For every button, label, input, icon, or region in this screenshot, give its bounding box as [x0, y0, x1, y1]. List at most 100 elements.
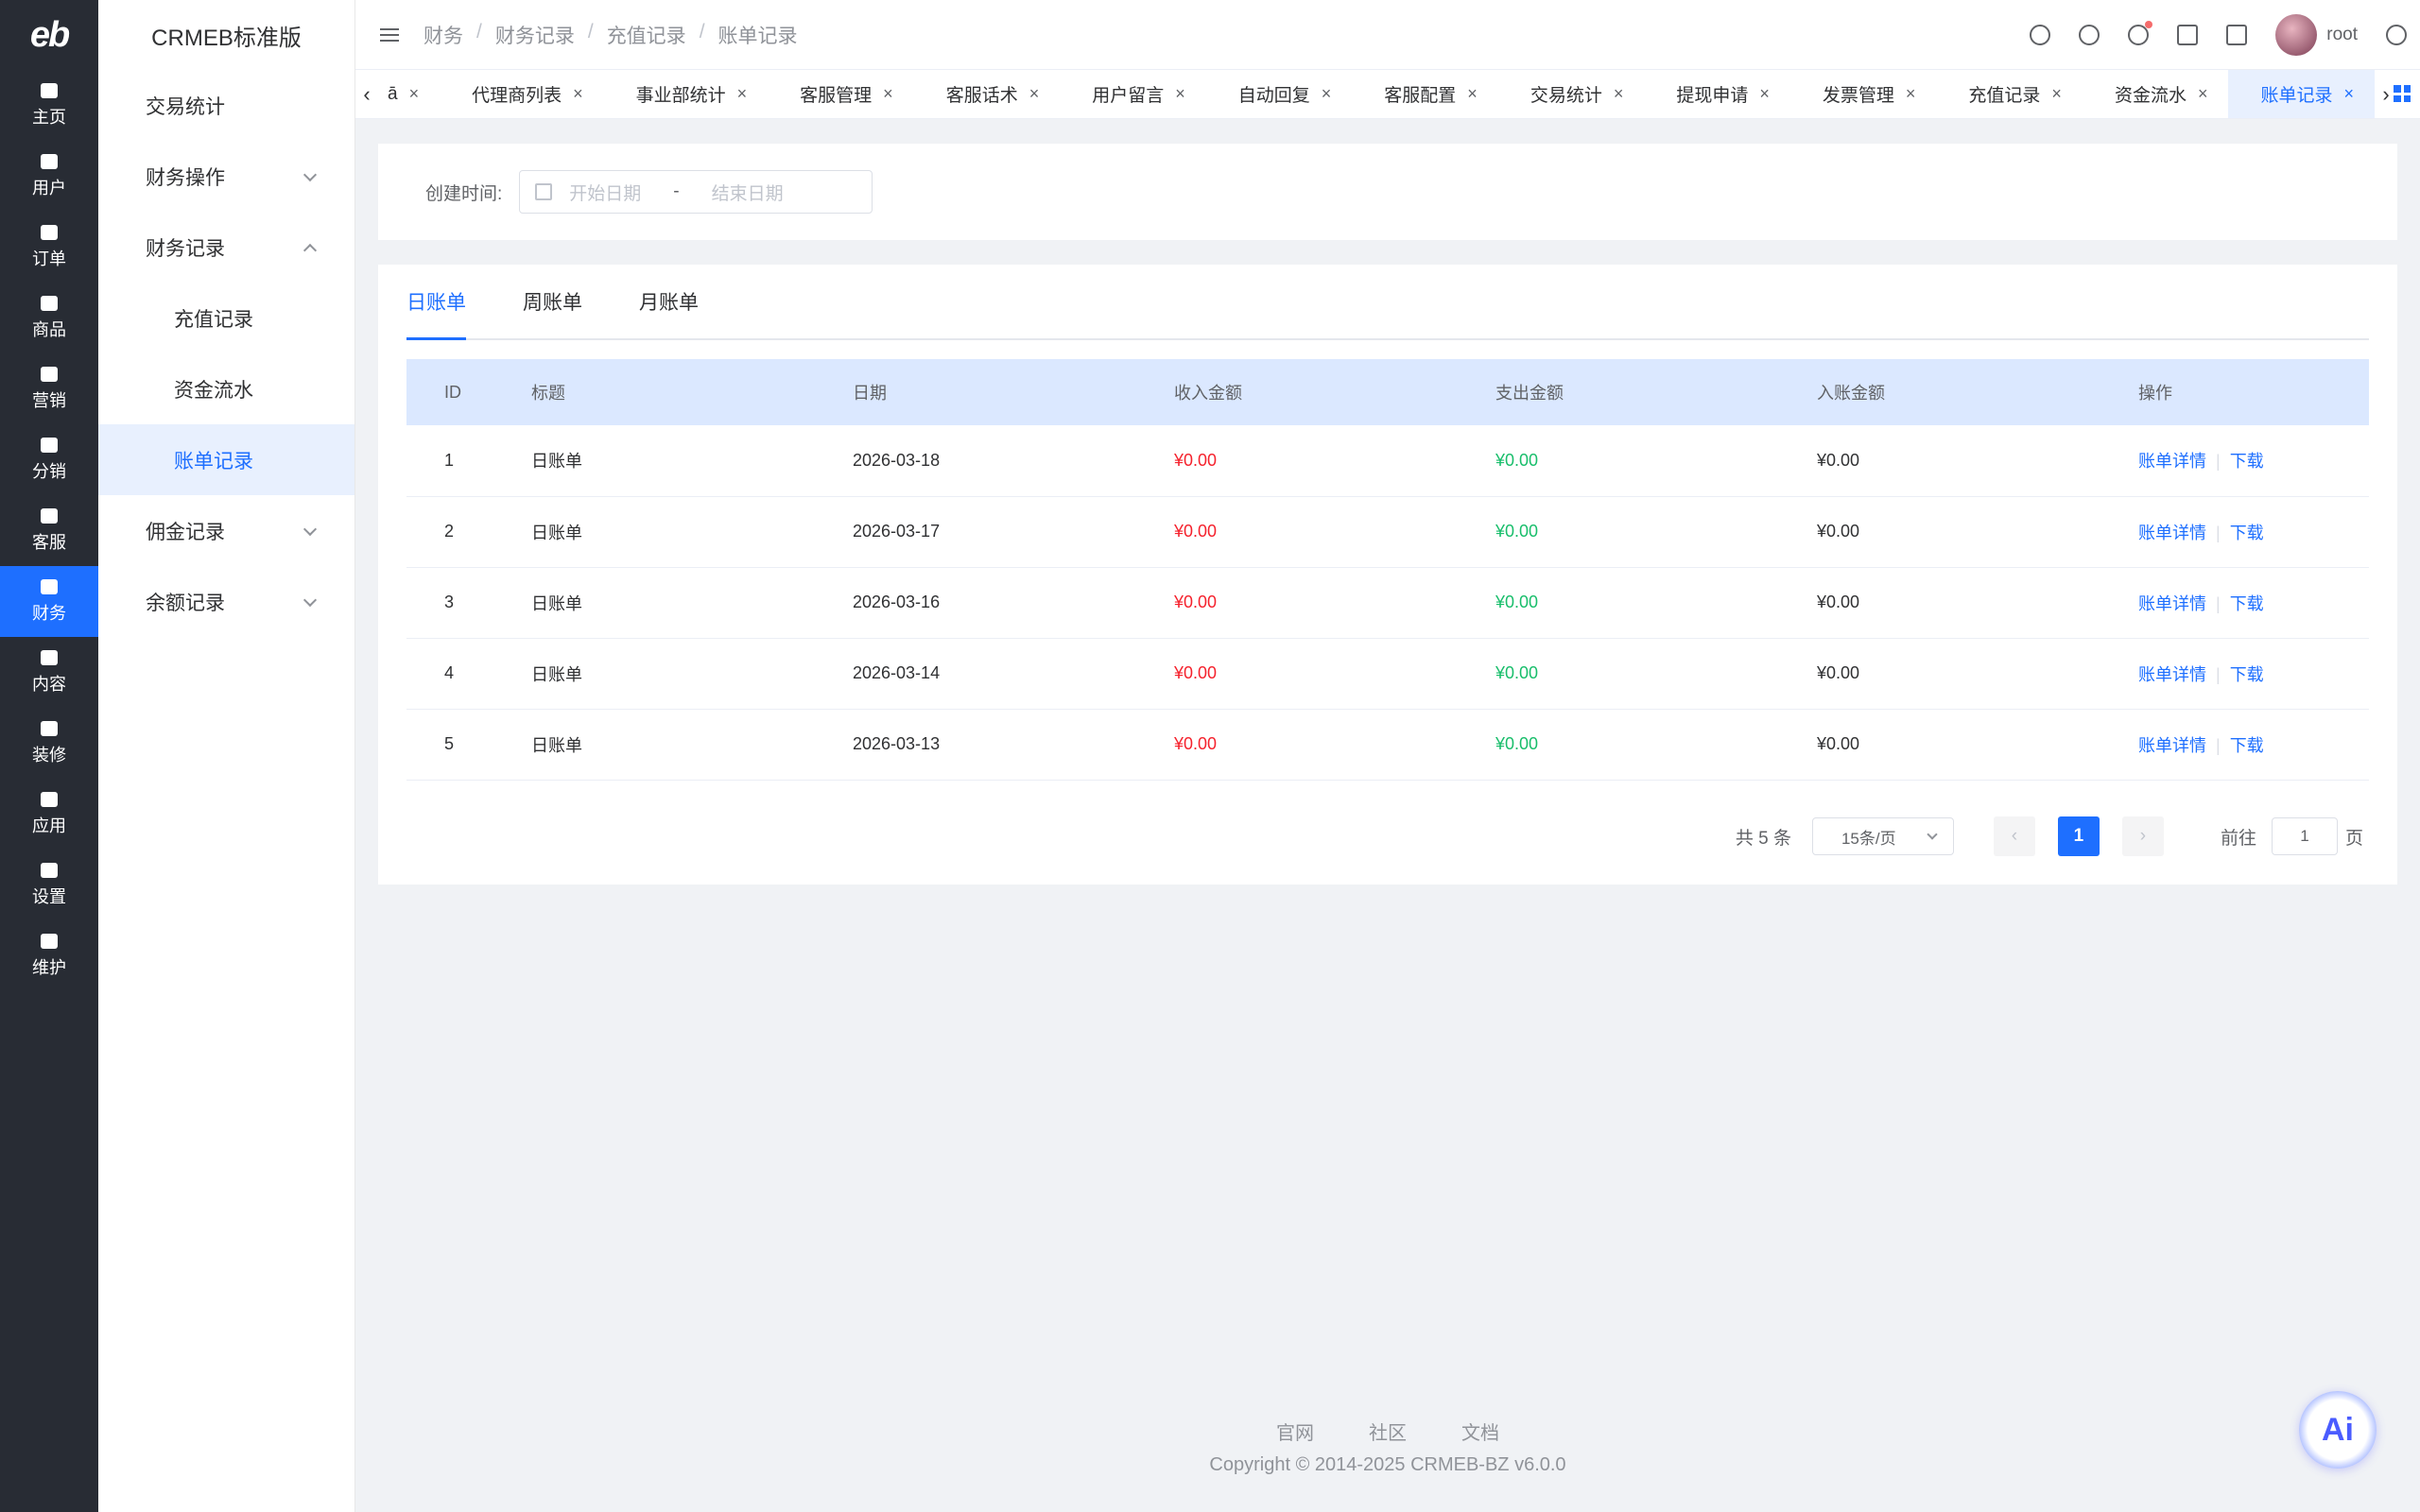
- breadcrumb-item[interactable]: 充值记录: [607, 21, 686, 49]
- rail-item-product[interactable]: 商品: [0, 283, 98, 353]
- tab-label: ā: [388, 83, 398, 104]
- download-link[interactable]: 下载: [2230, 594, 2264, 613]
- rail-label: 主页: [32, 107, 66, 127]
- rail-item-home[interactable]: 主页: [0, 70, 98, 141]
- goto-page-input[interactable]: 1: [2271, 817, 2338, 855]
- tab-recharge[interactable]: 充值记录 ×: [1936, 70, 2083, 118]
- page-number-button[interactable]: 1: [2057, 816, 2100, 856]
- close-icon[interactable]: ×: [409, 84, 420, 104]
- close-icon[interactable]: ×: [573, 84, 583, 104]
- rail-item-marketing[interactable]: 营销: [0, 353, 98, 424]
- close-icon[interactable]: ×: [2198, 84, 2208, 104]
- chevron-down-icon: [302, 167, 318, 181]
- search-icon[interactable]: [2079, 25, 2100, 45]
- tab-weekly-bill[interactable]: 周账单: [523, 265, 582, 338]
- bill-detail-link[interactable]: 账单详情: [2138, 452, 2206, 471]
- avatar[interactable]: [2275, 14, 2318, 56]
- close-icon[interactable]: ×: [1906, 84, 1916, 104]
- rail-item-service[interactable]: 客服: [0, 495, 98, 566]
- range-separator: -: [673, 181, 680, 201]
- user-name[interactable]: root: [2326, 25, 2358, 45]
- tab-service-scripts[interactable]: 客服话术 ×: [914, 70, 1061, 118]
- rail-item-finance[interactable]: 财务: [0, 566, 98, 637]
- download-link[interactable]: 下载: [2230, 665, 2264, 684]
- gear-icon[interactable]: [2386, 25, 2407, 45]
- rail-item-decoration[interactable]: 装修: [0, 708, 98, 779]
- close-icon[interactable]: ×: [1322, 84, 1332, 104]
- date-range-picker[interactable]: 开始日期 - 结束日期: [519, 170, 873, 214]
- close-icon[interactable]: ×: [1614, 84, 1624, 104]
- close-icon[interactable]: ×: [1175, 84, 1185, 104]
- brand-title: CRMEB标准版: [151, 25, 302, 51]
- download-link[interactable]: 下载: [2230, 736, 2264, 755]
- tab-service-manage[interactable]: 客服管理 ×: [768, 70, 914, 118]
- tab-auto-reply[interactable]: 自动回复 ×: [1206, 70, 1353, 118]
- menu-item-recharge-records[interactable]: 充值记录: [98, 283, 354, 353]
- start-date-input[interactable]: 开始日期: [569, 180, 641, 205]
- menu-item-balance-records[interactable]: 余额记录: [98, 566, 354, 637]
- breadcrumb-item[interactable]: 财务记录: [495, 21, 575, 49]
- download-link[interactable]: 下载: [2230, 524, 2264, 542]
- maintenance-icon: [41, 933, 58, 949]
- rail-item-settings[interactable]: 设置: [0, 850, 98, 920]
- menu-item-commission-records[interactable]: 佣金记录: [98, 495, 354, 566]
- fullscreen-icon[interactable]: [2177, 25, 2199, 45]
- tab-trade-stats[interactable]: 交易统计 ×: [1498, 70, 1645, 118]
- tab-withdraw[interactable]: 提现申请 ×: [1644, 70, 1790, 118]
- tab-daily-bill[interactable]: 日账单: [406, 265, 466, 340]
- rail-item-maintenance[interactable]: 维护: [0, 920, 98, 991]
- page-size-select[interactable]: 15条/页: [1811, 817, 1954, 855]
- menu-item-bill-records[interactable]: 账单记录: [98, 424, 354, 495]
- rail-label: 财务: [32, 603, 66, 623]
- menu-item-finance-ops[interactable]: 财务操作: [98, 141, 354, 212]
- footer-link-docs[interactable]: 文档: [1461, 1418, 1499, 1445]
- menu-toggle-icon[interactable]: [380, 27, 399, 42]
- download-link[interactable]: 下载: [2230, 452, 2264, 471]
- grid-icon[interactable]: [2394, 85, 2411, 102]
- bill-detail-link[interactable]: 账单详情: [2138, 524, 2206, 542]
- rail-item-distribution[interactable]: 分销: [0, 424, 98, 495]
- tab-invoice[interactable]: 发票管理 ×: [1790, 70, 1937, 118]
- tabs-scroll-left-icon[interactable]: ‹: [355, 70, 378, 118]
- tab-agent-list[interactable]: 代理商列表 ×: [440, 70, 604, 118]
- bill-detail-link[interactable]: 账单详情: [2138, 665, 2206, 684]
- bill-detail-link[interactable]: 账单详情: [2138, 736, 2206, 755]
- close-icon[interactable]: ×: [1759, 84, 1770, 104]
- footer-link-official[interactable]: 官网: [1276, 1418, 1314, 1445]
- rail-item-user[interactable]: 用户: [0, 141, 98, 212]
- rail-item-apps[interactable]: 应用: [0, 779, 98, 850]
- footer-link-community[interactable]: 社区: [1369, 1418, 1407, 1445]
- rail-item-content[interactable]: 内容: [0, 637, 98, 708]
- close-icon[interactable]: ×: [1029, 84, 1040, 104]
- close-icon[interactable]: ×: [2051, 84, 2062, 104]
- end-date-input[interactable]: 结束日期: [712, 180, 784, 205]
- tab-division-stats[interactable]: 事业部统计 ×: [604, 70, 769, 118]
- ai-assistant-button[interactable]: Ai: [2299, 1391, 2377, 1469]
- menu-item-trade-stats[interactable]: 交易统计: [98, 70, 354, 141]
- close-icon[interactable]: ×: [1467, 84, 1478, 104]
- refresh-icon[interactable]: [2030, 25, 2051, 45]
- rail-item-order[interactable]: 订单: [0, 212, 98, 283]
- bell-icon[interactable]: [2128, 21, 2153, 45]
- logo[interactable]: eb: [0, 0, 98, 70]
- tab-monthly-bill[interactable]: 月账单: [639, 265, 699, 338]
- menu-label: 账单记录: [174, 450, 253, 472]
- close-icon[interactable]: ×: [737, 84, 748, 104]
- menu-item-fund-flow[interactable]: 资金流水: [98, 353, 354, 424]
- chevron-down-icon: [302, 593, 318, 607]
- cell-actions: 账单详情 | 下载: [2138, 425, 2369, 496]
- tablet-icon[interactable]: [2226, 25, 2248, 45]
- prev-page-button[interactable]: ‹: [1993, 816, 2035, 856]
- next-page-button[interactable]: ›: [2121, 816, 2164, 856]
- tab-bill-records[interactable]: 账单记录 ×: [2228, 70, 2375, 118]
- header-actions: root: [2030, 0, 2407, 70]
- close-icon[interactable]: ×: [2343, 84, 2354, 104]
- close-icon[interactable]: ×: [883, 84, 893, 104]
- tab-service-config[interactable]: 客服配置 ×: [1352, 70, 1498, 118]
- menu-item-finance-records[interactable]: 财务记录: [98, 212, 354, 283]
- tab-fund-flow[interactable]: 资金流水 ×: [2083, 70, 2229, 118]
- bill-detail-link[interactable]: 账单详情: [2138, 594, 2206, 613]
- tab-user-messages[interactable]: 用户留言 ×: [1060, 70, 1206, 118]
- tab-partial[interactable]: ā ×: [378, 70, 440, 118]
- breadcrumb-item[interactable]: 财务: [424, 21, 463, 49]
